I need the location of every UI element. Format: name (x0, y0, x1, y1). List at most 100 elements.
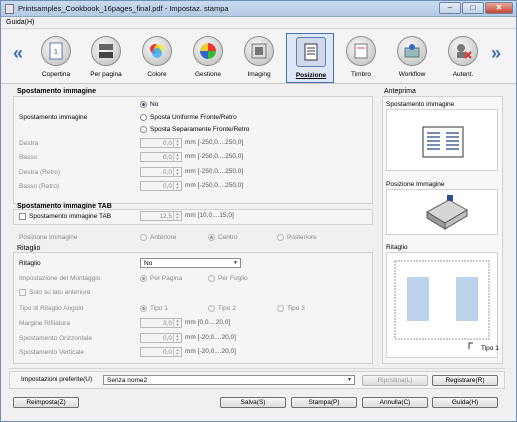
tab-shift-range: mm [10,0....15,0] (185, 212, 234, 219)
preview-trim-type: Tipo 1 (481, 345, 499, 352)
imaging-icon (244, 36, 274, 66)
restore-button[interactable]: Ripristina(L) (362, 375, 428, 386)
favorites-select[interactable]: Senza nome2 ▼ (103, 375, 355, 385)
spin-arrows-icon[interactable]: ▲ ▼ (173, 153, 181, 161)
tab-workflow[interactable]: Workflow (388, 33, 436, 83)
tab-label: Timbro (351, 71, 371, 78)
horizontal-shift-range: mm [-20,0....20,0] (185, 334, 236, 341)
tab-per-pagina[interactable]: Per pagina (82, 33, 130, 83)
preview-image-position-label: Posizione Immagine (386, 181, 445, 188)
layout-label: Impostazione del Montaggio (19, 275, 101, 282)
spin-arrows-icon[interactable]: ▲ ▼ (173, 182, 181, 190)
tab-shift-value: 12,5 (159, 213, 172, 220)
vertical-shift-value: 0,0 (162, 349, 172, 356)
vertical-shift-label: Spostamento Verticale (19, 349, 85, 356)
angle-type-label: Tipo di Ritaglio Angolo (19, 305, 84, 312)
horizontal-shift-input[interactable]: 0,0 ▲ ▼ (140, 333, 182, 343)
shift-down-back-label: Basso (Retro) (19, 183, 60, 190)
management-icon (193, 36, 223, 66)
preview-image-position-box (386, 189, 498, 235)
shift-down-back-range: mm [-250,0....250,0] (185, 182, 244, 189)
maximize-button[interactable]: □ (462, 2, 484, 14)
minimize-button[interactable]: – (439, 2, 461, 14)
tab-shift-input[interactable]: 12,5 ▲ ▼ (140, 211, 182, 221)
shift-right-input[interactable]: 0,0 ▲ ▼ (140, 138, 182, 148)
spin-arrows-icon[interactable]: ▲ ▼ (173, 334, 181, 342)
chevron-down-icon: ▼ (347, 377, 352, 383)
tab-shift-checkbox[interactable] (19, 213, 26, 220)
image-shift-separate-radio[interactable] (140, 126, 147, 133)
tab-colore[interactable]: Colore (133, 33, 181, 83)
vertical-shift-range: mm [-20,0....20,0] (185, 348, 236, 355)
register-button[interactable]: Registrare(R) (432, 375, 498, 386)
cover-icon: 1 (41, 36, 71, 66)
tab-label: Workflow (398, 71, 426, 78)
shift-right-back-input[interactable]: 0,0 ▲ ▼ (140, 167, 182, 177)
shift-down-back-input[interactable]: 0,0 ▲ ▼ (140, 181, 182, 191)
tab-imaging[interactable]: Imaging (235, 33, 283, 83)
stamp-icon (346, 36, 376, 66)
spin-arrows-icon[interactable]: ▲ ▼ (173, 168, 181, 176)
preview-image-shift-label: Spostamento immagine (386, 101, 455, 108)
layout-per-page-radio[interactable] (140, 275, 147, 282)
spin-arrows-icon[interactable]: ▲ ▼ (173, 319, 181, 327)
print-button[interactable]: Stampa(P) (291, 397, 357, 408)
close-button[interactable]: ✕ (485, 2, 513, 14)
trim-select[interactable]: No ▼ (140, 258, 241, 268)
shift-down-input[interactable]: 0,0 ▲ ▼ (140, 152, 182, 162)
tab-position-label: Posizione Immagine (19, 234, 78, 241)
position-icon (296, 37, 326, 67)
spin-arrows-icon[interactable]: ▲ ▼ (173, 139, 181, 147)
tab-position-front-radio[interactable] (140, 234, 147, 241)
angle-type3-radio[interactable] (277, 305, 284, 312)
window-title: Printsamples_Cookbook_16pages_final.pdf … (18, 4, 229, 13)
spin-arrows-icon[interactable]: ▲ ▼ (173, 212, 181, 220)
front-only-checkbox[interactable] (19, 289, 26, 296)
image-shift-label: Spostamento immagine (19, 114, 88, 121)
tab-shift-checkbox-label: Spostamento immagine TAB (29, 213, 112, 220)
angle-type1-label: Tipo 1 (150, 305, 168, 312)
tab-autent[interactable]: Autent. (439, 33, 487, 83)
tab-label: Copertina (41, 71, 71, 78)
tab-copertina[interactable]: 1 Copertina (32, 33, 80, 83)
cancel-button[interactable]: Annulla(C) (362, 397, 428, 408)
image-shift-uniform-radio[interactable] (140, 114, 147, 121)
shift-down-value: 0,0 (162, 154, 172, 161)
horizontal-shift-label: Spostamento Orizzontale (19, 335, 92, 342)
page-layout-preview-icon (422, 126, 464, 158)
menu-bar: Guida(H) (1, 17, 516, 29)
spin-arrows-icon[interactable]: ▲ ▼ (173, 348, 181, 356)
help-button[interactable]: Guida(H) (432, 397, 498, 408)
authentication-icon (448, 36, 478, 66)
chevron-down-icon: ▼ (233, 260, 238, 266)
scroll-left-icon[interactable]: « (13, 43, 23, 63)
tab-position-center-radio[interactable] (208, 234, 215, 241)
trim-margin-input[interactable]: 3,0 ▲ ▼ (140, 318, 182, 328)
angle-type2-radio[interactable] (208, 305, 215, 312)
app-icon (5, 4, 14, 14)
favorites-select-value: Senza nome2 (107, 377, 148, 384)
layout-per-sheet-radio[interactable] (208, 275, 215, 282)
save-button[interactable]: Salva(S) (220, 397, 286, 408)
trim-header: Ritaglio (17, 245, 41, 252)
reset-button[interactable]: Reimposta(Z) (13, 397, 79, 408)
shift-down-range: mm [-250,0....250,0] (185, 153, 244, 160)
shift-right-label: Destra (19, 140, 39, 147)
trim-select-value: No (144, 260, 153, 267)
image-shift-no-radio[interactable] (140, 101, 147, 108)
vertical-shift-input[interactable]: 0,0 ▲ ▼ (140, 347, 182, 357)
angle-type1-radio[interactable] (140, 305, 147, 312)
scroll-right-icon[interactable]: » (491, 43, 501, 63)
tab-timbro[interactable]: Timbro (337, 33, 385, 83)
tab-posizione[interactable]: Posizione (286, 33, 334, 83)
image-shift-header: Spostamento immagine (17, 88, 96, 95)
tab-label: Colore (147, 71, 167, 78)
tab-label: Gestione (194, 71, 222, 78)
tab-position-back-radio[interactable] (277, 234, 284, 241)
menu-guida[interactable]: Guida(H) (6, 19, 34, 26)
favorites-label: Impostazioni preferite(U) (21, 376, 93, 383)
shift-right-range: mm [-250,0....250,0] (185, 139, 244, 146)
preview-header: Anteprima (384, 88, 416, 95)
tab-label: Per pagina (90, 71, 122, 78)
tab-gestione[interactable]: Gestione (184, 33, 232, 83)
